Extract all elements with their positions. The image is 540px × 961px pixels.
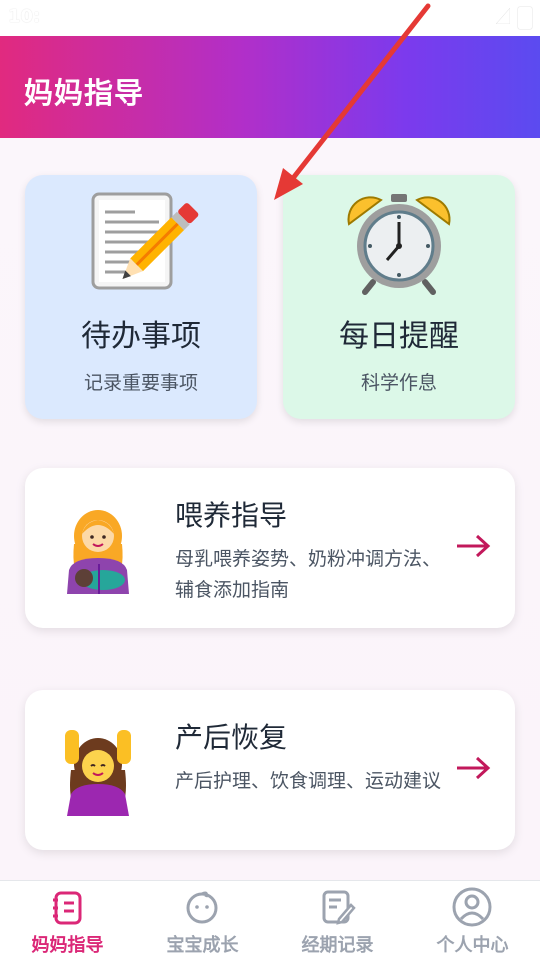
todo-card[interactable]: 待办事项 记录重要事项	[25, 175, 257, 419]
postpartum-recovery-desc: 产后护理、饮食调理、运动建议	[175, 770, 442, 792]
todo-card-subtitle: 记录重要事项	[83, 372, 198, 394]
postpartum-recovery-title: 产后恢复	[175, 721, 288, 754]
page-title: 妈妈指导	[24, 76, 145, 110]
feeding-guide-title: 喂养指导	[175, 499, 288, 532]
status-time: 10:	[8, 6, 41, 27]
tab-label: 个人中心	[436, 935, 509, 956]
tab-label: 经期记录	[301, 935, 374, 956]
reminder-card-title: 每日提醒	[339, 319, 459, 354]
status-bar: 10:	[0, 0, 540, 36]
tab-baby-growth[interactable]: 宝宝成长	[135, 881, 270, 961]
arrow-right-icon	[457, 534, 491, 558]
feeding-guide-card[interactable]: 喂养指导 母乳喂养姿势、奶粉冲调方法、辅食添加指南	[25, 468, 515, 628]
signal-icon	[496, 8, 510, 24]
tab-mama-guide[interactable]: 妈妈指导	[0, 881, 135, 961]
feeding-guide-desc: 母乳喂养姿势、奶粉冲调方法、辅食添加指南	[175, 548, 442, 601]
postpartum-recovery-card[interactable]: 产后恢复 产后护理、饮食调理、运动建议	[25, 690, 515, 850]
massage-icon	[65, 730, 131, 816]
alarm-clock-icon	[347, 194, 451, 295]
app-header: 妈妈指导	[0, 36, 540, 138]
arrow-right-icon	[457, 756, 491, 780]
todo-card-title: 待办事项	[81, 319, 201, 354]
tab-label: 宝宝成长	[166, 935, 239, 956]
tab-period-record[interactable]: 经期记录	[270, 881, 405, 961]
breastfeeding-icon	[67, 510, 129, 594]
memo-pencil-icon	[91, 192, 199, 290]
bottom-tab-bar: 妈妈指导 宝宝成长 经期记录 个人中心	[0, 880, 540, 961]
notebook-icon	[53, 891, 82, 925]
reminder-card[interactable]: 每日提醒 科学作息	[283, 175, 515, 419]
reminder-card-subtitle: 科学作息	[360, 372, 437, 394]
tab-profile[interactable]: 个人中心	[405, 881, 540, 961]
tab-label: 妈妈指导	[31, 935, 104, 956]
user-icon	[452, 887, 492, 927]
edit-note-icon	[322, 890, 356, 925]
battery-icon	[518, 7, 532, 29]
baby-face-icon	[186, 891, 218, 924]
